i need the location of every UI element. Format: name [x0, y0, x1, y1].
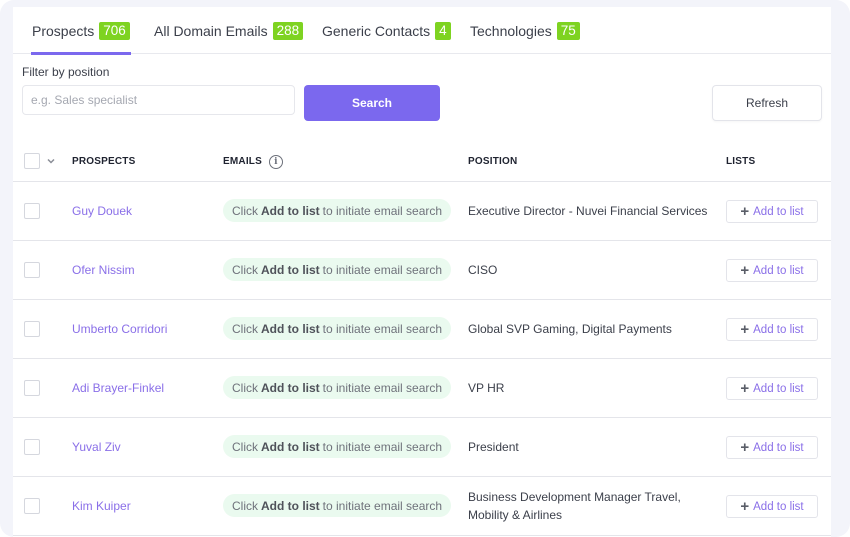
hint-prefix: Click [232, 498, 258, 513]
hint-bold: Add to list [261, 439, 320, 454]
tab-label: Generic Contacts [322, 22, 431, 39]
email-search-hint: Click Add to list to initiate email sear… [223, 494, 452, 517]
prospect-position: Global SVP Gaming, Digital Payments [468, 322, 672, 336]
add-to-list-label: Add to list [753, 264, 804, 277]
row-checkbox[interactable] [24, 262, 40, 278]
email-search-hint: Click Add to list to initiate email sear… [223, 317, 452, 340]
table-row: Umberto Corridori Click Add to list to i… [13, 300, 831, 359]
row-checkbox[interactable] [24, 321, 40, 337]
plus-icon: + [740, 380, 750, 397]
position-filter-input[interactable] [22, 85, 295, 115]
plus-icon: + [740, 439, 750, 456]
add-to-list-label: Add to list [753, 205, 804, 218]
row-checkbox[interactable] [24, 498, 40, 514]
tab-all-domain-emails[interactable]: All Domain Emails 288 [154, 7, 304, 54]
table-header: PROSPECTS EMAILS i POSITION LISTS [13, 141, 831, 182]
hint-bold: Add to list [261, 498, 320, 513]
tab-label: Technologies [470, 22, 552, 39]
hint-prefix: Click [232, 262, 258, 277]
info-icon[interactable]: i [268, 154, 283, 169]
hint-prefix: Click [232, 439, 258, 454]
add-to-list-button[interactable]: + Add to list [726, 436, 818, 459]
plus-icon: + [740, 203, 750, 220]
tab-label: Prospects [32, 22, 95, 39]
table-row: Kim Kuiper Click Add to list to initiate… [13, 477, 831, 536]
column-header-emails-label: EMAILS [223, 156, 262, 167]
tab-count-badge: 288 [272, 21, 304, 40]
prospect-position: Executive Director - Nuvei Financial Ser… [468, 204, 708, 218]
prospect-name-link[interactable]: Kim Kuiper [72, 477, 131, 535]
email-search-hint: Click Add to list to initiate email sear… [223, 199, 452, 222]
email-search-hint: Click Add to list to initiate email sear… [223, 435, 452, 458]
hint-bold: Add to list [261, 321, 320, 336]
select-all-checkbox[interactable] [24, 153, 40, 169]
add-to-list-button[interactable]: + Add to list [726, 259, 818, 282]
hint-bold: Add to list [261, 203, 320, 218]
column-header-lists: LISTS [726, 156, 756, 167]
plus-icon: + [740, 321, 750, 338]
table-row: Adi Brayer-Finkel Click Add to list to i… [13, 359, 831, 418]
hint-suffix: to initiate email search [322, 439, 443, 454]
hint-bold: Add to list [261, 380, 320, 395]
hint-suffix: to initiate email search [322, 498, 443, 513]
refresh-button[interactable]: Refresh [712, 85, 822, 121]
add-to-list-button[interactable]: + Add to list [726, 377, 818, 400]
prospect-position: CISO [468, 263, 498, 277]
email-search-hint: Click Add to list to initiate email sear… [223, 258, 452, 281]
hint-prefix: Click [232, 203, 258, 218]
add-to-list-label: Add to list [753, 500, 804, 513]
add-to-list-label: Add to list [753, 441, 804, 454]
column-header-prospects[interactable]: PROSPECTS [72, 141, 135, 182]
tab-count-badge: 75 [556, 21, 580, 40]
row-checkbox[interactable] [24, 203, 40, 219]
tab-technologies[interactable]: Technologies 75 [470, 7, 580, 54]
hint-suffix: to initiate email search [322, 262, 443, 277]
row-checkbox[interactable] [24, 380, 40, 396]
prospect-name-link[interactable]: Guy Douek [72, 182, 132, 240]
hint-suffix: to initiate email search [322, 321, 443, 336]
add-to-list-label: Add to list [753, 323, 804, 336]
add-to-list-button[interactable]: + Add to list [726, 318, 818, 341]
table-row: Yuval Ziv Click Add to list to initiate … [13, 418, 831, 477]
email-search-hint: Click Add to list to initiate email sear… [223, 376, 452, 399]
chevron-down-icon[interactable] [46, 156, 56, 166]
hint-prefix: Click [232, 321, 258, 336]
hint-prefix: Click [232, 380, 258, 395]
column-header-position: POSITION [468, 156, 518, 167]
filter-label: Filter by position [22, 65, 110, 79]
tab-count-badge: 4 [435, 21, 451, 40]
plus-icon: + [740, 262, 750, 279]
tab-count-badge: 706 [99, 21, 130, 40]
prospect-position: President [468, 440, 519, 454]
column-header-emails: EMAILS i [223, 141, 283, 182]
tab-label: All Domain Emails [154, 22, 268, 39]
prospect-name-link[interactable]: Yuval Ziv [72, 418, 121, 476]
add-to-list-button[interactable]: + Add to list [726, 495, 818, 518]
prospect-position: VP HR [468, 381, 505, 395]
prospects-panel: Prospects 706 All Domain Emails 288 Gene… [13, 7, 831, 537]
tab-prospects[interactable]: Prospects 706 [31, 7, 131, 55]
tab-generic-contacts[interactable]: Generic Contacts 4 [322, 7, 451, 54]
tab-bar: Prospects 706 All Domain Emails 288 Gene… [13, 7, 831, 55]
prospect-name-link[interactable]: Adi Brayer-Finkel [72, 359, 164, 417]
add-to-list-label: Add to list [753, 382, 804, 395]
hint-suffix: to initiate email search [322, 203, 443, 218]
hint-bold: Add to list [261, 262, 320, 277]
prospect-name-link[interactable]: Ofer Nissim [72, 241, 135, 299]
page-background: Prospects 706 All Domain Emails 288 Gene… [0, 0, 850, 537]
row-checkbox[interactable] [24, 439, 40, 455]
plus-icon: + [740, 498, 750, 515]
prospect-name-link[interactable]: Umberto Corridori [72, 300, 167, 358]
table-row: Ofer Nissim Click Add to list to initiat… [13, 241, 831, 300]
table-row: Guy Douek Click Add to list to initiate … [13, 182, 831, 241]
search-button[interactable]: Search [304, 85, 440, 121]
hint-suffix: to initiate email search [322, 380, 443, 395]
add-to-list-button[interactable]: + Add to list [726, 200, 818, 223]
prospect-position: Business Development Manager Travel, Mob… [468, 490, 681, 522]
